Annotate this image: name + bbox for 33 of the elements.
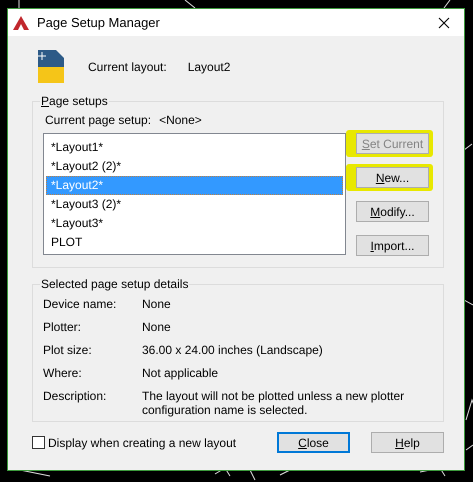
- checkbox-label: Display when creating a new layout: [48, 436, 236, 450]
- list-item[interactable]: *Layout2 (2)*: [46, 157, 343, 176]
- group-title: Selected page setup details: [40, 277, 190, 291]
- dialog-button[interactable]: New...: [356, 167, 429, 188]
- dialog-button[interactable]: Modify...: [356, 201, 429, 222]
- close-icon[interactable]: [438, 16, 450, 28]
- detail-value: None: [142, 297, 172, 311]
- dialog-button[interactable]: Import...: [356, 235, 429, 256]
- list-item[interactable]: *Layout3 (2)*: [46, 195, 343, 214]
- detail-value: The layout will not be plotted unless a new plotter configuration name is selected.: [142, 389, 406, 417]
- current-page-setup-value: <None>: [159, 113, 202, 127]
- window-title: Page Setup Manager: [37, 15, 161, 30]
- detail-label: Where:: [43, 366, 83, 380]
- detail-label: Plotter:: [43, 320, 82, 334]
- detail-label: Plot size:: [43, 343, 93, 357]
- current-layout-label: Current layout:: [88, 60, 167, 74]
- current-layout-value: Layout2: [188, 60, 230, 74]
- current-page-setup-label: Current page setup:: [45, 113, 152, 127]
- app-logo-icon: [13, 16, 29, 30]
- group-title: Page setups: [40, 94, 109, 108]
- detail-value: None: [142, 320, 172, 334]
- list-item[interactable]: *Layout1*: [46, 138, 343, 157]
- detail-value: 36.00 x 24.00 inches (Landscape): [142, 343, 324, 357]
- list-item[interactable]: PLOT: [46, 233, 343, 252]
- detail-value: Not applicable: [142, 366, 220, 380]
- page-setup-list[interactable]: *Layout1* *Layout2 (2)* *Layout2* *Layout3 (2)* *Layout3* PLOT: [43, 133, 346, 255]
- detail-label: Device name:: [43, 297, 118, 311]
- detail-label: Description:: [43, 389, 108, 403]
- file-icon: [36, 50, 66, 83]
- list-item[interactable]: *Layout3*: [46, 214, 343, 233]
- checkbox[interactable]: [32, 436, 45, 449]
- dialog-button[interactable]: Close: [277, 432, 350, 453]
- dialog-button[interactable]: Help: [371, 432, 444, 453]
